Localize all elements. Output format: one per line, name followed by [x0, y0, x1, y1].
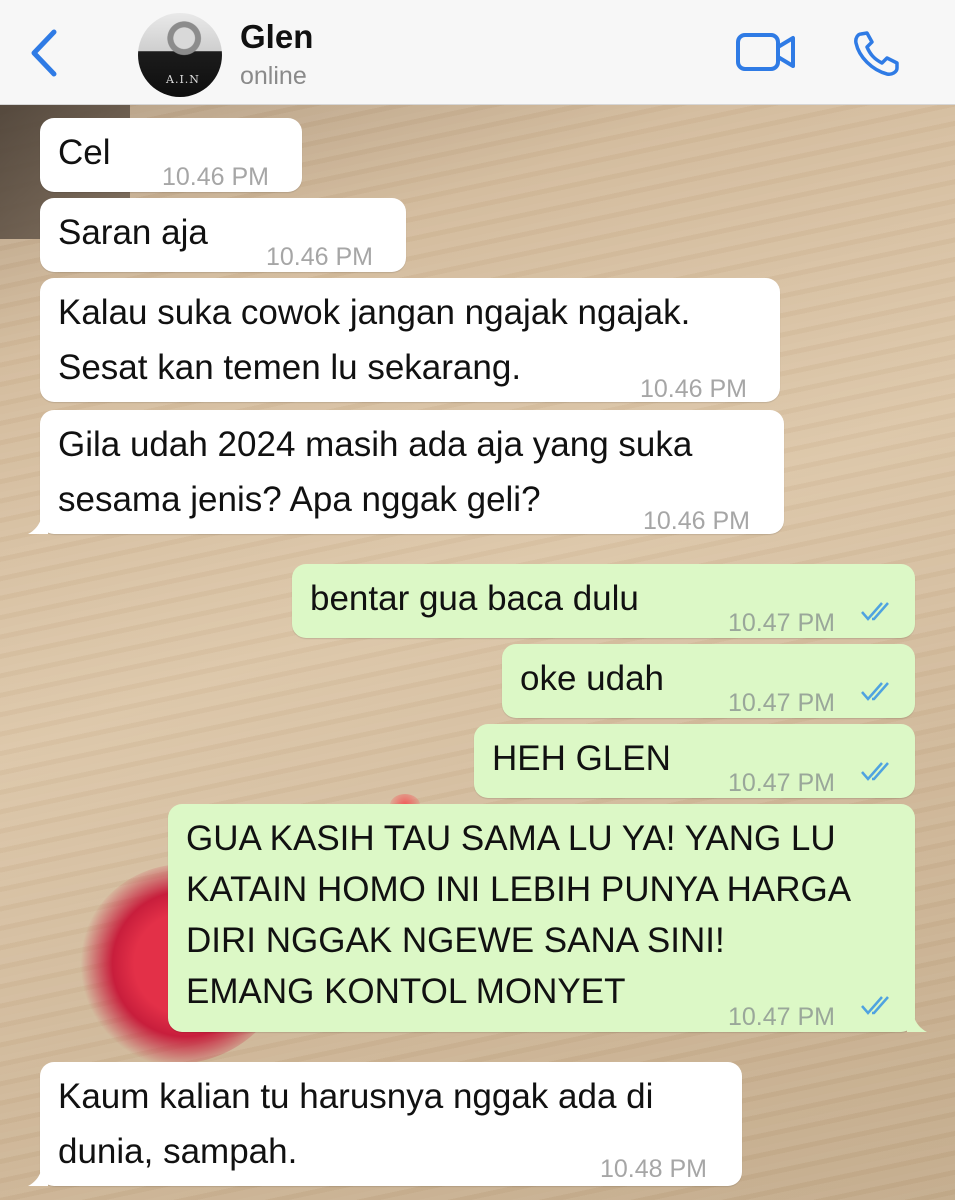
video-camera-icon	[736, 33, 795, 71]
message-time: 10.48 PM	[600, 1155, 708, 1183]
message-bubble[interactable]: Kaum kalian tu harusnya nggak ada di dun…	[28, 1062, 742, 1186]
bubble-tail	[28, 512, 48, 534]
contact-avatar[interactable]: A.I.N	[138, 13, 222, 97]
contact-name[interactable]: Glen	[240, 18, 313, 56]
message-time: 10.46 PM	[266, 243, 374, 271]
video-call-button[interactable]	[735, 30, 797, 74]
message-time: 10.46 PM	[640, 375, 748, 403]
chat-header: A.I.N Glen online	[0, 0, 955, 105]
double-check-icon	[861, 996, 889, 1015]
message-bubble[interactable]: Kalau suka cowok jangan ngajak ngajak. S…	[40, 278, 780, 403]
contact-status: online	[240, 62, 307, 90]
message-time: 10.47 PM	[728, 769, 836, 797]
voice-call-button[interactable]	[852, 30, 902, 78]
message-bubble[interactable]: Gila udah 2024 masih ada aja yang suka s…	[28, 410, 784, 535]
message-time: 10.47 PM	[728, 1003, 836, 1031]
bubble-tail	[907, 1010, 927, 1032]
message-time: 10.47 PM	[728, 689, 836, 717]
message-text: Cel	[58, 133, 111, 172]
avatar-shirt-text: A.I.N	[166, 73, 200, 86]
message-text: Kaum kalian tu harusnya nggak ada di dun…	[58, 1077, 654, 1171]
double-check-icon	[861, 682, 889, 701]
phone-icon	[854, 31, 899, 76]
message-text: Kalau suka cowok jangan ngajak ngajak. S…	[58, 293, 691, 387]
double-check-icon	[861, 602, 889, 621]
message-bubble[interactable]: Saran aja 10.46 PM	[40, 198, 406, 272]
message-bubble[interactable]: oke udah 10.47 PM	[502, 644, 915, 718]
message-text: HEH GLEN	[492, 739, 671, 778]
message-time: 10.46 PM	[643, 507, 751, 535]
message-time: 10.46 PM	[162, 163, 270, 191]
message-text: oke udah	[520, 659, 665, 698]
message-bubble[interactable]: Cel 10.46 PM	[40, 118, 302, 192]
message-text: GUA KASIH TAU SAMA LU YA! YANG LU KATAIN…	[186, 819, 852, 1011]
message-bubble[interactable]: GUA KASIH TAU SAMA LU YA! YANG LU KATAIN…	[168, 804, 927, 1032]
back-button[interactable]	[22, 26, 66, 80]
message-text: bentar gua baca dulu	[310, 579, 639, 618]
message-time: 10.47 PM	[728, 609, 836, 637]
message-text: Gila udah 2024 masih ada aja yang suka s…	[58, 425, 693, 519]
chevron-left-icon	[31, 29, 57, 77]
double-check-icon	[861, 762, 889, 781]
bubble-tail	[28, 1164, 48, 1186]
message-bubble[interactable]: HEH GLEN 10.47 PM	[474, 724, 915, 798]
message-bubble[interactable]: bentar gua baca dulu 10.47 PM	[292, 564, 915, 638]
message-text: Saran aja	[58, 213, 208, 252]
